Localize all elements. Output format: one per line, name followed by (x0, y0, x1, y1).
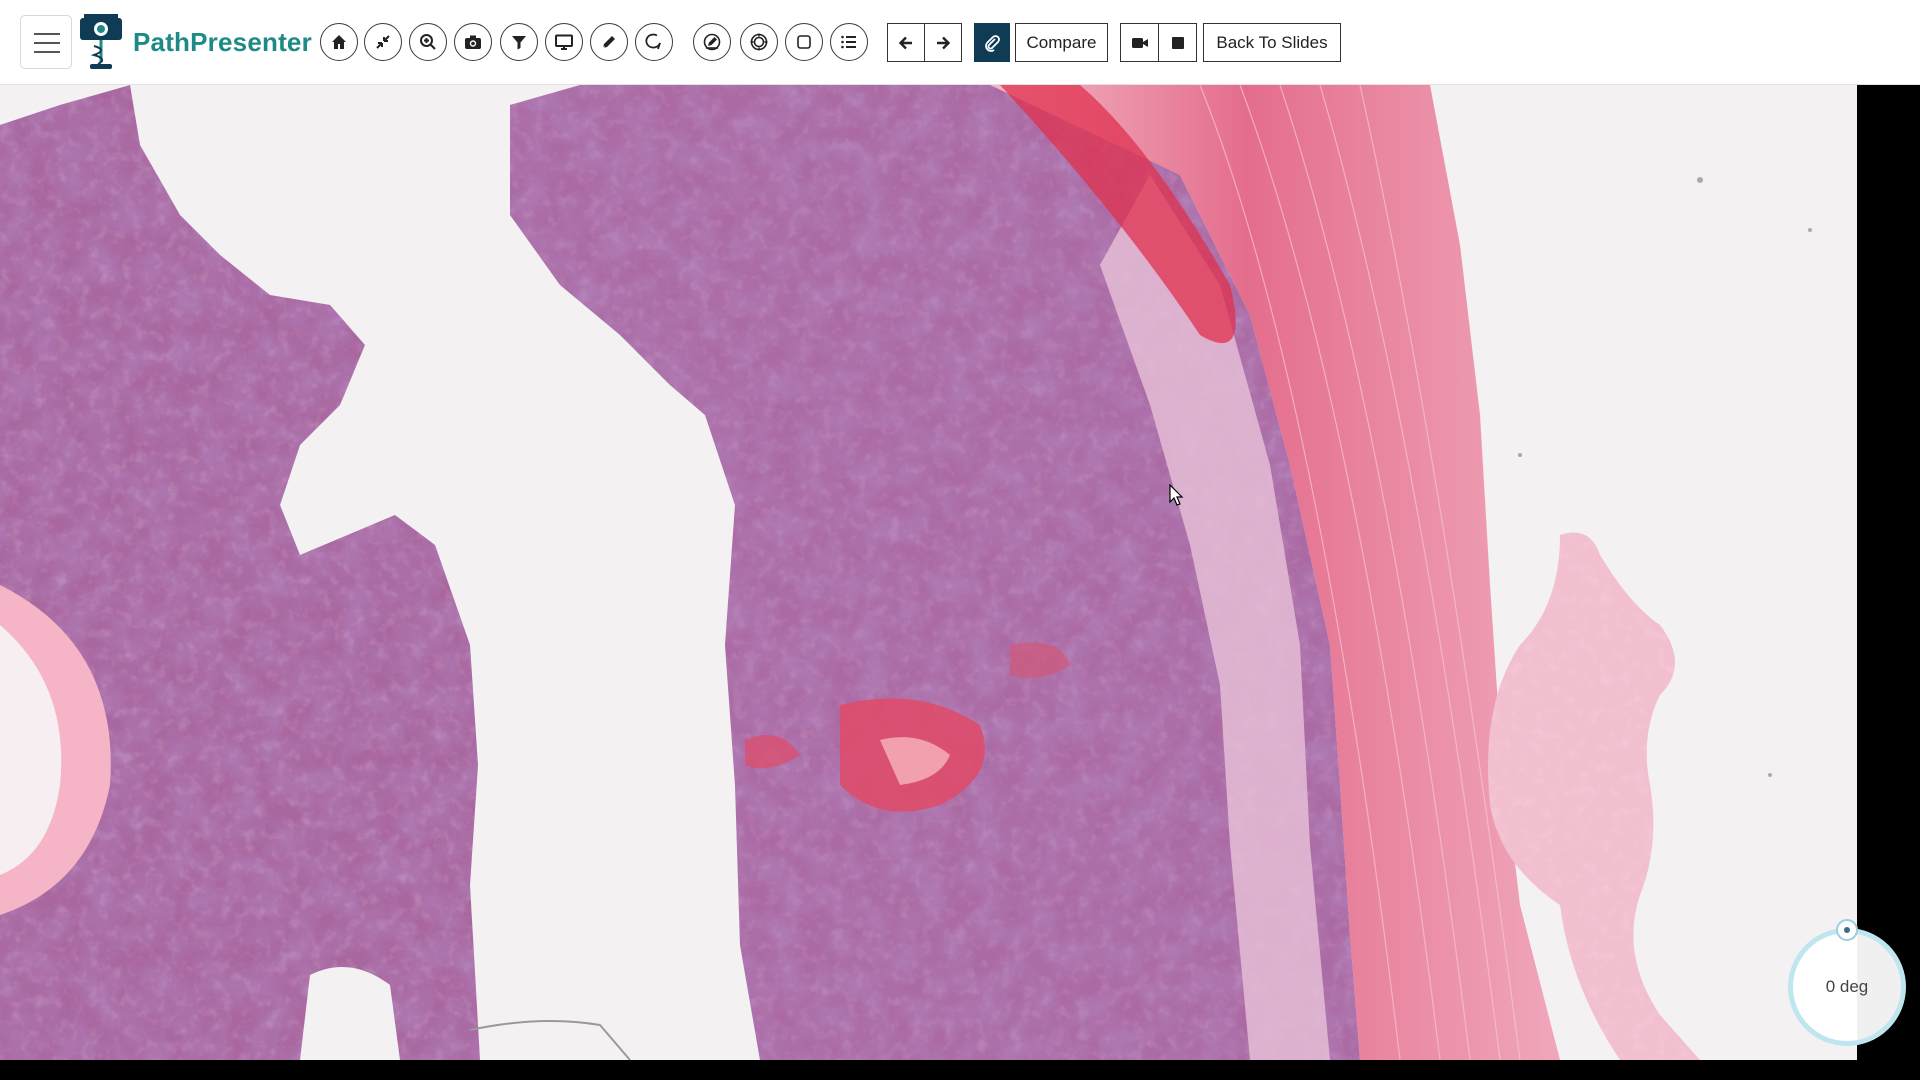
rotation-dial[interactable]: 0 deg (1788, 928, 1906, 1046)
attachment-button[interactable] (974, 23, 1010, 62)
collapse-button[interactable] (364, 23, 402, 61)
filter-icon (512, 36, 526, 50)
app-brand: PathPresenter (133, 27, 312, 57)
zoom-in-icon (420, 34, 436, 50)
circle-target-icon (750, 33, 768, 51)
annotate-button[interactable] (693, 23, 731, 61)
next-slide-button[interactable] (924, 23, 962, 62)
pencil-icon (602, 36, 615, 49)
filter-button[interactable] (500, 23, 538, 61)
camera-icon (465, 35, 481, 49)
draw-button[interactable] (590, 23, 628, 61)
square-icon (797, 35, 811, 49)
video-camera-icon (1131, 37, 1148, 48)
rotation-handle[interactable] (1836, 919, 1858, 941)
compare-button[interactable]: Compare (1015, 23, 1108, 62)
hamburger-menu-button[interactable] (20, 15, 72, 69)
slide-viewer[interactable] (0, 85, 1857, 1060)
paperclip-icon (985, 34, 1000, 52)
mouse-cursor-icon (1169, 484, 1184, 506)
arrow-right-icon (937, 36, 951, 49)
lasso-icon (645, 33, 661, 50)
hamburger-icon (34, 33, 60, 35)
home-icon (332, 35, 346, 49)
stop-icon (1171, 36, 1184, 49)
previous-slide-button[interactable] (887, 23, 925, 62)
top-toolbar: PathPresenter Compare Back To Slides (0, 0, 1920, 85)
lasso-button[interactable] (635, 23, 673, 61)
record-button[interactable] (1120, 23, 1159, 62)
arrow-left-icon (898, 36, 912, 49)
collapse-arrows-icon (376, 35, 390, 49)
home-button[interactable] (320, 23, 358, 61)
present-button[interactable] (545, 23, 583, 61)
rectangle-button[interactable] (785, 23, 823, 61)
back-to-slides-button[interactable]: Back To Slides (1203, 23, 1341, 62)
microscope-logo-icon (80, 14, 122, 69)
target-button[interactable] (740, 23, 778, 61)
bottom-edge-bar (0, 1060, 1920, 1080)
list-button[interactable] (830, 23, 868, 61)
snapshot-button[interactable] (454, 23, 492, 61)
stop-button[interactable] (1158, 23, 1197, 62)
monitor-icon (555, 34, 573, 50)
rotation-label: 0 deg (1825, 977, 1869, 996)
tissue-slide-image (0, 85, 1857, 1060)
list-icon (841, 35, 856, 49)
zoom-button[interactable] (409, 23, 447, 61)
annotate-icon (703, 33, 721, 51)
